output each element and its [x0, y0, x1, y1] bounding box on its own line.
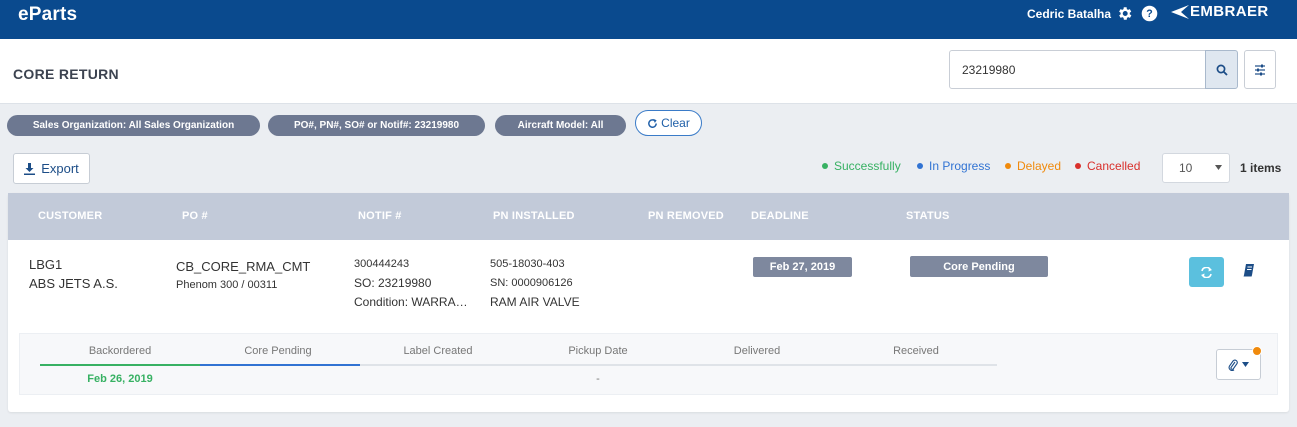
po-aircraft: Phenom 300 / 00311: [176, 279, 278, 291]
notification-dot: [1252, 346, 1262, 356]
status-timeline: Backordered Core Pending Label Created P…: [19, 333, 1278, 395]
page-size-value: 10: [1179, 161, 1193, 175]
embraer-mark-icon: [1171, 4, 1189, 19]
so-number: SO: 23219980: [354, 276, 432, 290]
table-header: CUSTOMER PO # NOTIF # PN INSTALLED PN RE…: [8, 193, 1289, 240]
column-header-pn-installed[interactable]: PN INSTALLED: [493, 210, 575, 222]
customer-code: LBG1: [29, 257, 63, 272]
page-size-select[interactable]: 10: [1162, 153, 1230, 183]
filter-chip-sales-org[interactable]: Sales Organization: All Sales Organizati…: [7, 115, 260, 136]
items-count: 1 items: [1240, 161, 1282, 175]
legend-label: Successfully: [834, 159, 901, 173]
step-line-remaining: [360, 364, 997, 366]
search-icon: [1216, 64, 1228, 76]
search-input[interactable]: [949, 50, 1206, 89]
part-description: RAM AIR VALVE: [490, 295, 580, 309]
pickup-date-value: -: [596, 373, 600, 385]
embraer-logo: EMBRAER: [1168, 3, 1269, 20]
pn-installed: 505-18030-403: [490, 258, 565, 270]
legend-label: Cancelled: [1087, 159, 1141, 173]
sliders-icon: [1255, 64, 1265, 75]
customer-name: ABS JETS A.S.: [29, 276, 118, 291]
deadline-badge: Feb 27, 2019: [753, 257, 852, 277]
legend-label: Delayed: [1017, 159, 1062, 173]
top-bar: eParts Cedric Batalha ? EMBRAER: [0, 0, 1297, 39]
legend-cancelled: Cancelled: [1075, 159, 1140, 173]
export-button[interactable]: Export: [13, 153, 90, 184]
app-logo[interactable]: eParts: [18, 4, 77, 26]
column-header-notif[interactable]: NOTIF #: [358, 210, 402, 222]
filter-chip-aircraft-model[interactable]: Aircraft Model: All: [495, 115, 626, 136]
page-title: CORE RETURN: [13, 66, 119, 82]
in-progress-dot-icon: [917, 163, 923, 169]
help-icon[interactable]: ?: [1141, 5, 1158, 22]
exchange-button[interactable]: [1189, 257, 1224, 287]
svg-text:?: ?: [1146, 8, 1152, 20]
export-label: Export: [41, 161, 79, 176]
notif-number: 300444243: [354, 258, 410, 270]
column-header-pn-removed[interactable]: PN REMOVED: [648, 210, 724, 222]
cancelled-dot-icon: [1075, 163, 1081, 169]
column-header-status[interactable]: STATUS: [906, 210, 950, 222]
step-delivered: Delivered: [733, 345, 781, 357]
refresh-icon: [648, 118, 658, 128]
column-header-deadline[interactable]: DEADLINE: [751, 210, 809, 222]
clear-label: Clear: [661, 116, 690, 130]
book-icon[interactable]: [1242, 263, 1256, 277]
legend-delayed: Delayed: [1005, 159, 1061, 173]
column-header-customer[interactable]: CUSTOMER: [38, 210, 102, 222]
user-name[interactable]: Cedric Batalha: [1027, 7, 1111, 21]
brand-name: EMBRAER: [1190, 3, 1269, 20]
core-return-table: CUSTOMER PO # NOTIF # PN INSTALLED PN RE…: [8, 193, 1289, 412]
step-backordered: Backordered: [88, 345, 152, 357]
backordered-date: Feb 26, 2019: [87, 373, 153, 385]
exchange-icon: [1201, 266, 1212, 278]
filter-chip-po-number[interactable]: PO#, PN#, SO# or Notif#: 23219980: [268, 115, 485, 136]
search-button[interactable]: [1205, 50, 1238, 89]
legend-in-progress: In Progress: [917, 159, 990, 173]
step-core-pending: Core Pending: [244, 345, 312, 357]
step-pickup-date: Pickup Date: [568, 345, 628, 357]
step-received: Received: [893, 345, 939, 357]
column-header-po[interactable]: PO #: [182, 210, 208, 222]
step-label-created: Label Created: [403, 345, 473, 357]
chevron-down-icon: [1242, 362, 1249, 367]
serial-number: SN: 0000906126: [490, 277, 573, 289]
legend-successfully: Successfully: [822, 159, 901, 173]
condition: Condition: WARRA…: [354, 295, 468, 309]
paperclip-icon: [1228, 359, 1238, 371]
clear-filters-button[interactable]: Clear: [635, 110, 702, 136]
step-line-core-pending: [200, 364, 360, 366]
chevron-down-icon: [1215, 165, 1222, 170]
po-number: CB_CORE_RMA_CMT: [176, 259, 311, 274]
page-header: CORE RETURN: [0, 39, 1297, 104]
gear-icon[interactable]: [1116, 5, 1133, 22]
legend-label: In Progress: [929, 159, 991, 173]
status-badge: Core Pending: [910, 256, 1048, 277]
success-dot-icon: [822, 163, 828, 169]
delayed-dot-icon: [1005, 163, 1011, 169]
step-line-backordered: [40, 364, 200, 366]
filter-settings-button[interactable]: [1244, 50, 1276, 89]
download-icon: [24, 162, 36, 175]
